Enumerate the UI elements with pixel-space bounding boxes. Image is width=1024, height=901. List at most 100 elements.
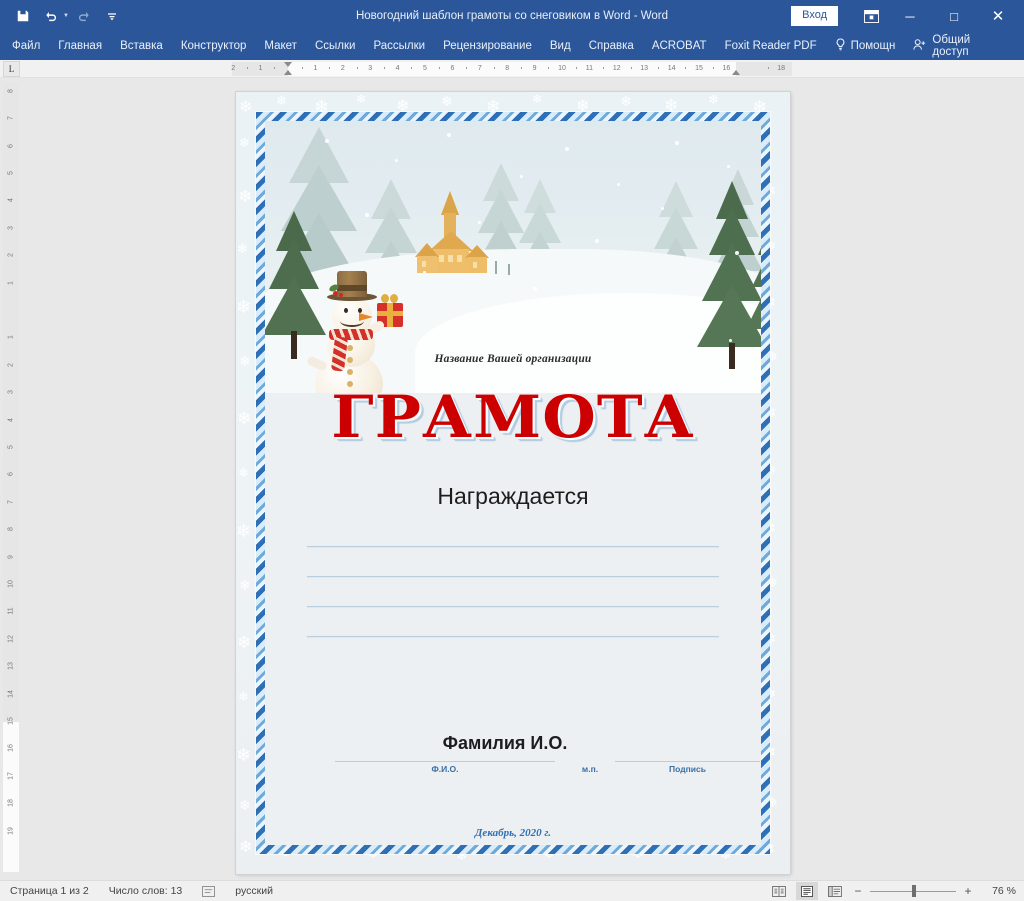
signature-rule-left xyxy=(335,761,555,762)
vruler-tick-label: 9 xyxy=(7,554,15,559)
tab-mailings[interactable]: Рассылки xyxy=(364,32,434,60)
close-button[interactable]: ✕ xyxy=(976,0,1020,32)
tab-stop-selector[interactable]: L xyxy=(3,61,20,77)
redo-icon[interactable] xyxy=(71,4,97,28)
snowflake-icon: ❄ xyxy=(276,93,287,108)
snowflake-icon: ❄ xyxy=(238,689,249,704)
vertical-ruler[interactable]: 8 7 6 5 4 3 2 1 1 2 3 4 5 6 7 8 9 10 11 12 13 14 15 16 17 18 19 xyxy=(3,82,19,872)
tab-references[interactable]: Ссылки xyxy=(306,32,365,60)
caption-signature: Подпись xyxy=(669,764,706,774)
tell-me-box[interactable]: Помощн xyxy=(826,38,905,54)
zoom-in-button[interactable]: + xyxy=(962,884,974,898)
ruler-tick-label: 10 xyxy=(558,65,566,72)
signature-name[interactable]: Фамилия И.О. xyxy=(415,733,595,754)
zoom-slider[interactable] xyxy=(870,884,956,898)
vruler-tick-label: 2 xyxy=(7,362,15,367)
ruler-tick xyxy=(493,67,495,69)
ruler-tick-label: 13 xyxy=(640,65,649,72)
web-layout-icon[interactable] xyxy=(824,882,846,900)
first-line-indent-marker[interactable] xyxy=(284,62,292,67)
vruler-tick-label: 8 xyxy=(7,527,15,532)
snowflake-icon: ❄ xyxy=(237,633,252,652)
snowflake-icon: ❄ xyxy=(238,187,253,206)
ruler-tick-label: 3 xyxy=(368,65,373,72)
tab-help[interactable]: Справка xyxy=(580,32,643,60)
page-count-status[interactable]: Страница 1 из 2 xyxy=(0,885,99,897)
ribbon-display-options-icon[interactable] xyxy=(854,3,888,29)
sign-in-button[interactable]: Вход xyxy=(791,6,838,26)
share-button[interactable]: Общий доступ xyxy=(904,34,1018,58)
minimize-button[interactable]: ─ xyxy=(888,0,932,32)
horizontal-ruler-row: L 2 1 1 2 3 4 5 6 7 8 9 10 11 12 13 14 15 16 18 xyxy=(0,60,1024,78)
vruler-tick-label: 5 xyxy=(7,445,15,449)
tab-review[interactable]: Рецензирование xyxy=(434,32,541,60)
certificate-date[interactable]: Декабрь, 2020 г. xyxy=(265,827,761,839)
tab-acrobat[interactable]: ACROBAT xyxy=(643,32,716,60)
hanging-indent-marker[interactable] xyxy=(284,70,292,75)
ruler-tick xyxy=(603,67,605,69)
status-bar: Страница 1 из 2 Число слов: 13 русский −… xyxy=(0,880,1024,901)
vruler-tick-label: 7 xyxy=(7,499,15,504)
ruler-tick xyxy=(520,67,522,69)
proofing-errors-icon[interactable] xyxy=(192,885,225,897)
ribbon-tabs: Файл Главная Вставка Конструктор Макет С… xyxy=(0,32,1024,60)
document-page[interactable]: ❄❄❄❄❄❄❄❄❄❄❄❄❄❄❄❄❄❄❄❄❄❄❄❄❄❄❄❄❄❄❄❄❄❄❄❄❄❄❄❄… xyxy=(236,92,790,874)
title-bar: ▼ Новогодний шаблон грамоты со снеговико… xyxy=(0,0,1024,32)
striped-border-frame: Название Вашей организации ГРАМОТА Награ… xyxy=(256,112,770,854)
customize-quick-access-icon[interactable] xyxy=(99,4,125,28)
vruler-tick-label: 1 xyxy=(7,335,15,340)
snowflake-icon: ❄ xyxy=(708,92,719,107)
maximize-button[interactable]: □ xyxy=(932,0,976,32)
certificate-body: Название Вашей организации ГРАМОТА Награ… xyxy=(265,121,761,845)
ruler-tick-label: 5 xyxy=(423,65,427,72)
ruler-tick xyxy=(329,67,331,69)
snowflake-icon: ❄ xyxy=(236,297,252,317)
zoom-slider-thumb[interactable] xyxy=(912,885,916,897)
tab-home[interactable]: Главная xyxy=(49,32,111,60)
fence-post xyxy=(495,261,497,274)
snowflake-icon: ❄ xyxy=(239,99,253,116)
tab-layout[interactable]: Макет xyxy=(255,32,306,60)
tab-insert[interactable]: Вставка xyxy=(111,32,172,60)
undo-dropdown-icon[interactable]: ▼ xyxy=(63,13,69,19)
ruler-tick-label: 11 xyxy=(585,65,594,72)
vruler-tick-label: 5 xyxy=(7,171,15,175)
recipient-blank-lines[interactable] xyxy=(307,546,719,666)
vruler-tick-label: 19 xyxy=(7,826,15,835)
organization-name[interactable]: Название Вашей организации xyxy=(265,353,761,365)
awarded-label[interactable]: Награждается xyxy=(265,483,761,510)
right-indent-marker[interactable] xyxy=(732,70,740,75)
ruler-tick-label: 7 xyxy=(477,65,482,72)
vruler-tick-label: 6 xyxy=(7,143,15,148)
horizontal-ruler[interactable]: 2 1 1 2 3 4 5 6 7 8 9 10 11 12 13 14 15 16 18 xyxy=(231,62,792,76)
zoom-out-button[interactable]: − xyxy=(852,884,864,898)
zoom-percentage[interactable]: 76 % xyxy=(980,885,1016,897)
ruler-tick xyxy=(246,67,248,69)
tab-file[interactable]: Файл xyxy=(3,32,49,60)
ruler-tick xyxy=(438,67,440,69)
vruler-tick-label: 1 xyxy=(7,280,15,285)
ruler-tick xyxy=(685,67,687,69)
snowflake-icon: ❄ xyxy=(237,241,248,256)
print-layout-icon[interactable] xyxy=(796,882,818,900)
vruler-tick-label: 4 xyxy=(7,417,15,422)
ruler-tick xyxy=(466,67,468,69)
ruler-tick xyxy=(575,67,577,69)
tab-foxit-reader-pdf[interactable]: Foxit Reader PDF xyxy=(716,32,826,60)
tab-view[interactable]: Вид xyxy=(541,32,580,60)
read-mode-icon[interactable] xyxy=(768,882,790,900)
vruler-tick-label: 13 xyxy=(7,662,15,671)
word-count-status[interactable]: Число слов: 13 xyxy=(99,885,193,897)
ruler-tick xyxy=(274,67,276,69)
undo-icon[interactable] xyxy=(38,4,64,28)
snowman-icon xyxy=(306,271,417,393)
certificate-title[interactable]: ГРАМОТА xyxy=(265,383,761,451)
tab-design[interactable]: Конструктор xyxy=(172,32,256,60)
blank-line xyxy=(307,606,719,607)
ruler-tick-label: 12 xyxy=(612,65,621,72)
document-canvas[interactable]: ❄❄❄❄❄❄❄❄❄❄❄❄❄❄❄❄❄❄❄❄❄❄❄❄❄❄❄❄❄❄❄❄❄❄❄❄❄❄❄❄… xyxy=(20,78,1024,880)
save-icon[interactable] xyxy=(10,4,36,28)
language-status[interactable]: русский xyxy=(225,885,283,897)
snowflake-icon: ❄ xyxy=(239,839,253,856)
snowflake-icon: ❄ xyxy=(236,521,252,541)
